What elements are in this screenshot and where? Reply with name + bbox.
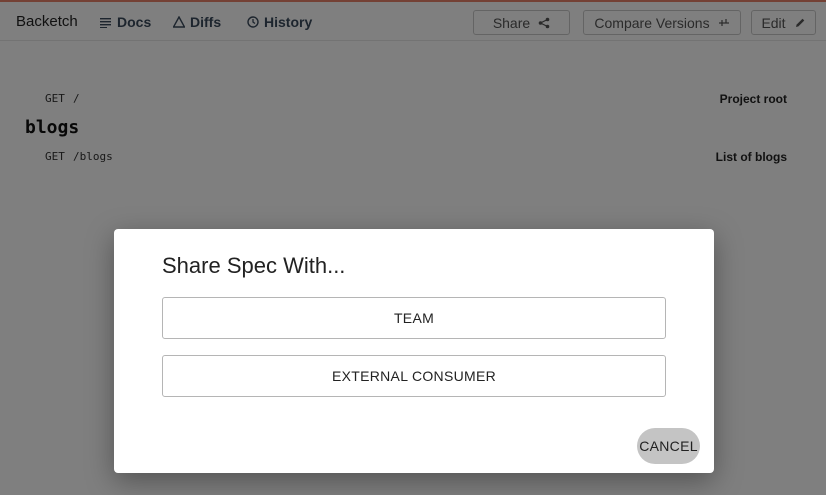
share-external-consumer-button[interactable]: EXTERNAL CONSUMER (162, 355, 666, 397)
share-dialog: Share Spec With... TEAM EXTERNAL CONSUME… (114, 229, 714, 473)
dialog-title: Share Spec With... (162, 253, 346, 278)
cancel-button[interactable]: CANCEL (637, 428, 700, 464)
share-team-button[interactable]: TEAM (162, 297, 666, 339)
